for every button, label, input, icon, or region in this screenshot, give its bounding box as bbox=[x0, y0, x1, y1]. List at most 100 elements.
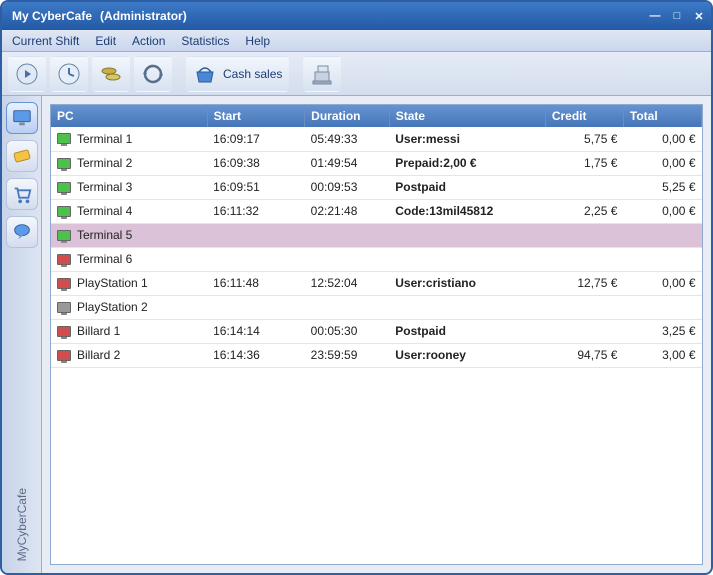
start-cell bbox=[207, 247, 305, 271]
duration-cell bbox=[305, 295, 390, 319]
state-cell: User:cristiano bbox=[389, 271, 545, 295]
credit-cell bbox=[545, 175, 623, 199]
coins-icon bbox=[99, 62, 123, 86]
main-panel: PC Start Duration State Credit Total Ter… bbox=[42, 96, 711, 573]
terminal-status-icon bbox=[57, 133, 71, 144]
chat-icon bbox=[11, 221, 33, 243]
duration-cell: 00:09:53 bbox=[305, 175, 390, 199]
col-header-pc[interactable]: PC bbox=[51, 105, 207, 127]
pc-cell: Terminal 5 bbox=[51, 223, 207, 247]
duration-cell: 02:21:48 bbox=[305, 199, 390, 223]
terminal-status-icon bbox=[57, 182, 71, 193]
minimize-button[interactable]: — bbox=[649, 10, 661, 22]
terminal-name: PlayStation 1 bbox=[77, 276, 148, 290]
credit-cell: 5,75 € bbox=[545, 127, 623, 151]
terminals-table-wrap[interactable]: PC Start Duration State Credit Total Ter… bbox=[50, 104, 703, 565]
duration-cell bbox=[305, 223, 390, 247]
terminal-name: Terminal 2 bbox=[77, 156, 132, 170]
basket-icon bbox=[193, 62, 217, 86]
duration-cell bbox=[305, 247, 390, 271]
titlebar[interactable]: My CyberCafe (Administrator) — □ ✕ bbox=[2, 2, 711, 30]
menubar: Current Shift Edit Action Statistics Hel… bbox=[2, 30, 711, 52]
col-header-start[interactable]: Start bbox=[207, 105, 305, 127]
table-row[interactable]: Billard 216:14:3623:59:59User:rooney94,7… bbox=[51, 343, 702, 367]
table-row[interactable]: Terminal 5 bbox=[51, 223, 702, 247]
maximize-button[interactable]: □ bbox=[671, 10, 683, 22]
pc-cell: Terminal 4 bbox=[51, 199, 207, 223]
col-header-duration[interactable]: Duration bbox=[305, 105, 390, 127]
close-button[interactable]: ✕ bbox=[693, 10, 705, 22]
terminals-table: PC Start Duration State Credit Total Ter… bbox=[51, 105, 702, 368]
table-row[interactable]: Terminal 6 bbox=[51, 247, 702, 271]
pc-cell: Terminal 3 bbox=[51, 175, 207, 199]
credit-cell bbox=[545, 295, 623, 319]
menu-edit[interactable]: Edit bbox=[95, 34, 116, 48]
sidebar-tab-sales[interactable] bbox=[6, 178, 38, 210]
toolbar: Cash sales bbox=[2, 52, 711, 96]
terminal-status-icon bbox=[57, 302, 71, 313]
credit-cell: 2,25 € bbox=[545, 199, 623, 223]
total-cell bbox=[623, 223, 701, 247]
monitor-icon bbox=[11, 107, 33, 129]
menu-statistics[interactable]: Statistics bbox=[181, 34, 229, 48]
duration-cell: 00:05:30 bbox=[305, 319, 390, 343]
cash-register-button[interactable] bbox=[303, 56, 341, 92]
duration-cell: 05:49:33 bbox=[305, 127, 390, 151]
credit-cell bbox=[545, 223, 623, 247]
pc-cell: PlayStation 1 bbox=[51, 271, 207, 295]
refresh-button[interactable] bbox=[134, 56, 172, 92]
total-cell: 3,00 € bbox=[623, 343, 701, 367]
app-role: (Administrator) bbox=[100, 9, 187, 23]
terminal-status-icon bbox=[57, 158, 71, 169]
menu-help[interactable]: Help bbox=[245, 34, 270, 48]
sidebar-tab-tickets[interactable] bbox=[6, 140, 38, 172]
pc-cell: Terminal 2 bbox=[51, 151, 207, 175]
table-row[interactable]: Terminal 116:09:1705:49:33User:messi5,75… bbox=[51, 127, 702, 151]
cash-sales-button[interactable]: Cash sales bbox=[186, 56, 289, 92]
credit-cell bbox=[545, 247, 623, 271]
terminal-status-icon bbox=[57, 254, 71, 265]
start-cell: 16:09:51 bbox=[207, 175, 305, 199]
state-cell bbox=[389, 223, 545, 247]
start-cell: 16:11:32 bbox=[207, 199, 305, 223]
sidebar-tab-chat[interactable] bbox=[6, 216, 38, 248]
table-row[interactable]: Terminal 216:09:3801:49:54Prepaid:2,00 €… bbox=[51, 151, 702, 175]
pc-cell: Billard 2 bbox=[51, 343, 207, 367]
table-row[interactable]: Billard 116:14:1400:05:30Postpaid3,25 € bbox=[51, 319, 702, 343]
start-cell: 16:09:17 bbox=[207, 127, 305, 151]
pc-cell: PlayStation 2 bbox=[51, 295, 207, 319]
start-cell: 16:14:36 bbox=[207, 343, 305, 367]
pc-cell: Terminal 1 bbox=[51, 127, 207, 151]
table-row[interactable]: PlayStation 2 bbox=[51, 295, 702, 319]
state-cell: Code:13mil45812 bbox=[389, 199, 545, 223]
total-cell: 5,25 € bbox=[623, 175, 701, 199]
duration-cell: 12:52:04 bbox=[305, 271, 390, 295]
cash-sales-label: Cash sales bbox=[223, 67, 282, 81]
terminal-name: Terminal 1 bbox=[77, 132, 132, 146]
terminal-name: Terminal 5 bbox=[77, 228, 132, 242]
col-header-state[interactable]: State bbox=[389, 105, 545, 127]
cart-icon bbox=[11, 183, 33, 205]
table-row[interactable]: PlayStation 116:11:4812:52:04User:cristi… bbox=[51, 271, 702, 295]
pc-cell: Terminal 6 bbox=[51, 247, 207, 271]
cash-register-icon bbox=[310, 62, 334, 86]
start-cell: 16:09:38 bbox=[207, 151, 305, 175]
duration-cell: 23:59:59 bbox=[305, 343, 390, 367]
time-button[interactable] bbox=[50, 56, 88, 92]
terminal-status-icon bbox=[57, 278, 71, 289]
menu-action[interactable]: Action bbox=[132, 34, 165, 48]
col-header-total[interactable]: Total bbox=[623, 105, 701, 127]
sidebar-tab-terminals[interactable] bbox=[6, 102, 38, 134]
credit-cell bbox=[545, 319, 623, 343]
total-cell: 3,25 € bbox=[623, 319, 701, 343]
state-cell: Postpaid bbox=[389, 319, 545, 343]
table-row[interactable]: Terminal 416:11:3202:21:48Code:13mil4581… bbox=[51, 199, 702, 223]
credit-cell: 94,75 € bbox=[545, 343, 623, 367]
menu-current-shift[interactable]: Current Shift bbox=[12, 34, 79, 48]
money-button[interactable] bbox=[92, 56, 130, 92]
state-cell bbox=[389, 295, 545, 319]
col-header-credit[interactable]: Credit bbox=[545, 105, 623, 127]
table-row[interactable]: Terminal 316:09:5100:09:53Postpaid 5,25 € bbox=[51, 175, 702, 199]
start-session-button[interactable] bbox=[8, 56, 46, 92]
state-cell: Postpaid bbox=[389, 175, 545, 199]
